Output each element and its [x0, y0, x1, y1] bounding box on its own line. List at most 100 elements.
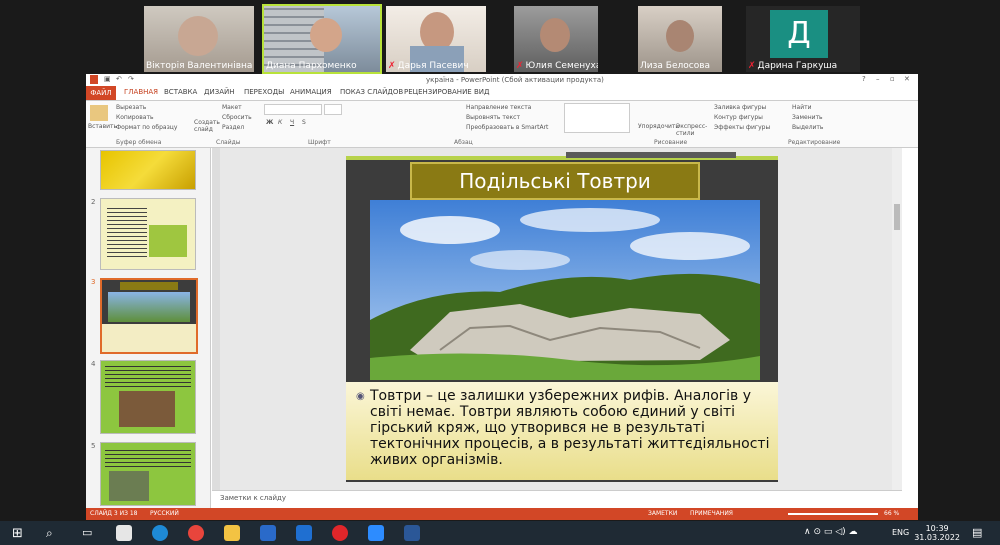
- participant-name: Вікторія Валентинівна Ів...: [146, 61, 254, 71]
- body-textbox[interactable]: ◉ Товтри – це залишки узбережних рифів. …: [346, 382, 778, 480]
- notifications-icon[interactable]: ▤: [972, 526, 982, 539]
- new-slide-button[interactable]: Создать слайд: [194, 119, 220, 133]
- undo-icon[interactable]: ↶: [116, 75, 122, 83]
- mail-icon[interactable]: [296, 525, 312, 541]
- system-clock[interactable]: 10:39 31.03.2022: [914, 524, 960, 542]
- underline-button[interactable]: Ч: [290, 119, 294, 126]
- replace-button[interactable]: Заменить: [792, 114, 823, 121]
- landscape-photo: [370, 200, 760, 380]
- edge-icon[interactable]: [152, 525, 168, 541]
- ribbon: Вставить Вырезать Копировать Формат по о…: [86, 101, 918, 148]
- shape-fill-button[interactable]: Заливка фигуры: [714, 104, 766, 111]
- tab-animation[interactable]: АНИМАЦИЯ: [290, 88, 332, 96]
- smartart-button[interactable]: Преобразовать в SmartArt: [466, 124, 548, 131]
- store-icon[interactable]: [116, 525, 132, 541]
- reset-button[interactable]: Сбросить: [222, 114, 252, 121]
- thumbnail-scrollbar[interactable]: [212, 148, 220, 490]
- slide-thumbnail-2[interactable]: [100, 198, 196, 270]
- italic-button[interactable]: К: [278, 119, 282, 126]
- shape-outline-button[interactable]: Контур фигуры: [714, 114, 763, 121]
- layout-button[interactable]: Макет: [222, 104, 242, 111]
- redo-icon[interactable]: ↷: [128, 75, 134, 83]
- opera-icon[interactable]: [332, 525, 348, 541]
- font-name-input[interactable]: [264, 104, 322, 115]
- task-view-icon[interactable]: ▭: [82, 526, 92, 539]
- paste-icon[interactable]: [90, 105, 108, 121]
- windows-start-icon[interactable]: ⊞: [12, 526, 23, 541]
- slide-thumbnail-1[interactable]: [100, 150, 196, 190]
- tab-view[interactable]: ВИД: [474, 88, 490, 96]
- participant-name: Диана Пархоменко: [266, 61, 357, 71]
- notes-pane[interactable]: Заметки к слайду: [212, 490, 902, 509]
- slide-thumbnail-5[interactable]: [100, 442, 196, 506]
- zoom-app-icon[interactable]: [368, 525, 384, 541]
- participant-name: Дарина Гаркуша: [757, 61, 838, 71]
- participant-tile[interactable]: ✗ Дарья Пасевич: [386, 6, 486, 72]
- tab-transitions[interactable]: ПЕРЕХОДЫ: [244, 88, 284, 96]
- zoom-level[interactable]: 66 %: [884, 510, 899, 517]
- text-direction-button[interactable]: Направление текста: [466, 104, 531, 111]
- strikethrough-button[interactable]: S: [302, 119, 306, 126]
- slide-number: 3: [91, 278, 96, 286]
- powerpoint-logo-icon: [90, 75, 98, 84]
- participant-tile[interactable]: Вікторія Валентинівна Ів...: [144, 6, 254, 72]
- scrollbar-thumb[interactable]: [894, 204, 900, 230]
- comments-button[interactable]: ПРИМЕЧАНИЯ: [690, 510, 733, 517]
- find-button[interactable]: Найти: [792, 104, 811, 111]
- search-icon[interactable]: ⌕: [46, 526, 53, 541]
- body-text: Товтри – це залишки узбережних рифів. Ан…: [370, 388, 770, 468]
- maximize-icon[interactable]: ▫: [890, 75, 895, 83]
- powerpoint-window: ▣ ↶ ↷ україна - PowerPoint (Сбой активац…: [86, 74, 918, 520]
- tab-home[interactable]: ГЛАВНАЯ: [124, 88, 158, 96]
- copy-button[interactable]: Копировать: [116, 114, 153, 121]
- tab-insert[interactable]: ВСТАВКА: [164, 88, 197, 96]
- paste-button[interactable]: Вставить: [88, 123, 117, 130]
- participant-name: Юлия Семенуха: [525, 61, 598, 71]
- slide-thumbnail-3[interactable]: [100, 278, 198, 354]
- word-icon[interactable]: [404, 525, 420, 541]
- taskbar: ⊞ ⌕ ▭ ∧ ⊙ ▭ ◁) ☁ ENG 10:39 31.03.2022 ▤: [0, 521, 1000, 545]
- system-tray-icons[interactable]: ∧ ⊙ ▭ ◁) ☁: [804, 527, 858, 537]
- slides-group-label: Слайды: [216, 139, 241, 146]
- close-icon[interactable]: ✕: [904, 75, 910, 83]
- slide-number: 5: [91, 442, 96, 450]
- participant-tile-active[interactable]: Диана Пархоменко: [262, 4, 382, 74]
- section-button[interactable]: Раздел: [222, 124, 244, 131]
- shape-effects-button[interactable]: Эффекты фигуры: [714, 124, 770, 131]
- input-language[interactable]: ENG: [892, 528, 909, 537]
- mic-muted-icon: ✗: [748, 61, 756, 71]
- quick-styles-button[interactable]: Экспресс-стили: [676, 123, 707, 137]
- mic-muted-icon: ✗: [388, 61, 396, 71]
- chrome-icon[interactable]: [188, 525, 204, 541]
- help-icon[interactable]: ?: [862, 75, 866, 83]
- window-title: україна - PowerPoint (Сбой активации про…: [426, 76, 604, 84]
- tab-design[interactable]: ДИЗАЙН: [204, 88, 234, 96]
- disk-icon[interactable]: [260, 525, 276, 541]
- drawing-group-label: Рисование: [654, 139, 688, 146]
- zoom-slider[interactable]: [788, 513, 878, 515]
- slide-title[interactable]: Подільські Товтри: [410, 162, 700, 200]
- language-indicator[interactable]: РУССКИЙ: [150, 510, 179, 517]
- select-button[interactable]: Выделить: [792, 124, 823, 131]
- tab-file[interactable]: ФАЙЛ: [86, 86, 116, 100]
- format-painter-button[interactable]: Формат по образцу: [116, 124, 177, 131]
- arrange-button[interactable]: Упорядочить: [638, 123, 679, 130]
- bold-button[interactable]: Ж: [266, 119, 273, 126]
- vertical-scrollbar[interactable]: [892, 148, 902, 490]
- participant-tile[interactable]: ✗ Юлия Семенуха: [514, 6, 598, 72]
- paragraph-group-label: Абзац: [454, 139, 473, 146]
- tab-slideshow[interactable]: ПОКАЗ СЛАЙДОВ: [340, 88, 403, 96]
- slide-canvas[interactable]: Подільські Товтри ◉ Товтри – це залишки …: [346, 152, 778, 482]
- clock-date: 31.03.2022: [914, 533, 960, 542]
- cut-button[interactable]: Вырезать: [116, 104, 146, 111]
- font-size-input[interactable]: [324, 104, 342, 115]
- slide-thumbnail-4[interactable]: [100, 360, 196, 434]
- tab-review[interactable]: РЕЦЕНЗИРОВАНИЕ: [404, 88, 472, 96]
- minimize-icon[interactable]: –: [876, 75, 880, 83]
- save-icon[interactable]: ▣: [104, 75, 111, 83]
- notes-button[interactable]: ЗАМЕТКИ: [648, 510, 677, 517]
- participant-tile[interactable]: Лиза Белосова: [638, 6, 722, 72]
- shapes-gallery[interactable]: [564, 103, 630, 133]
- align-text-button[interactable]: Выровнять текст: [466, 114, 520, 121]
- file-explorer-icon[interactable]: [224, 525, 240, 541]
